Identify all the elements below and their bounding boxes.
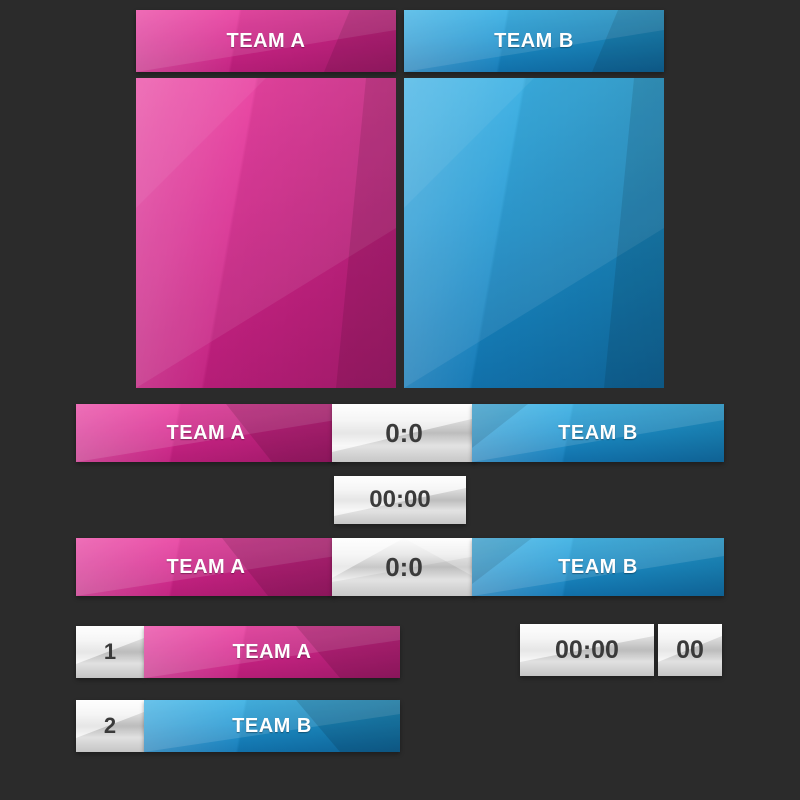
team-b-panel: TEAM B xyxy=(404,10,664,388)
timer-secondary-extra[interactable]: 00 xyxy=(658,624,722,676)
timer-secondary: 00:00 00 xyxy=(520,624,722,676)
panel-body-sheen-icon xyxy=(136,78,396,388)
ranking-row-2-team-label: TEAM B xyxy=(232,714,312,737)
timer-primary[interactable]: 00:00 xyxy=(334,476,466,524)
team-b-panel-header: TEAM B xyxy=(404,10,664,72)
ranking-row-1-team-label: TEAM A xyxy=(232,640,312,663)
scoreboard-primary-team-a[interactable]: TEAM A xyxy=(76,404,336,462)
team-a-panel-body xyxy=(136,78,396,388)
scoreboard-primary-score[interactable]: 0:0 xyxy=(332,404,476,462)
team-b-panel-body xyxy=(404,78,664,388)
timer-secondary-extra-value: 00 xyxy=(676,635,704,664)
ranking-row-1-position: 1 xyxy=(103,639,117,664)
scoreboard-primary: TEAM A 0:0 TEAM B xyxy=(76,404,724,462)
scoreboard-secondary-team-b-label: TEAM B xyxy=(558,555,638,578)
scoreboard-secondary-team-b[interactable]: TEAM B xyxy=(472,538,724,596)
scoreboard-secondary-score[interactable]: 0:0 xyxy=(332,538,476,596)
team-a-panel: TEAM A xyxy=(136,10,396,388)
scoreboard-graphics-sheet: TEAM A TEAM B TEAM A 0:0 TEAM B 00:00 TE… xyxy=(0,0,800,800)
ranking-row-2[interactable]: 2 TEAM B xyxy=(76,700,400,752)
ranking-row-2-position: 2 xyxy=(103,713,117,738)
team-a-panel-header-label: TEAM A xyxy=(226,29,306,52)
timer-secondary-clock[interactable]: 00:00 xyxy=(520,624,654,676)
ranking-row-1-team[interactable]: TEAM A xyxy=(144,626,400,678)
panel-body-sheen-icon xyxy=(404,78,664,388)
ranking-row-2-position-box: 2 xyxy=(76,700,144,752)
scoreboard-primary-team-a-label: TEAM A xyxy=(166,421,246,444)
team-b-panel-header-label: TEAM B xyxy=(494,29,574,52)
ranking-row-2-team[interactable]: TEAM B xyxy=(144,700,400,752)
timer-primary-value: 00:00 xyxy=(369,486,431,513)
scoreboard-secondary: TEAM A 0:0 TEAM B xyxy=(76,538,724,596)
timer-secondary-clock-value: 00:00 xyxy=(555,635,619,664)
ranking-row-1-position-box: 1 xyxy=(76,626,144,678)
team-a-panel-header: TEAM A xyxy=(136,10,396,72)
scoreboard-primary-team-b-label: TEAM B xyxy=(558,421,638,444)
ranking-row-1[interactable]: 1 TEAM A xyxy=(76,626,400,678)
scoreboard-secondary-team-a[interactable]: TEAM A xyxy=(76,538,336,596)
scoreboard-primary-team-b[interactable]: TEAM B xyxy=(472,404,724,462)
scoreboard-secondary-score-value: 0:0 xyxy=(385,551,423,582)
scoreboard-secondary-team-a-label: TEAM A xyxy=(166,555,246,578)
scoreboard-primary-score-value: 0:0 xyxy=(385,417,423,448)
